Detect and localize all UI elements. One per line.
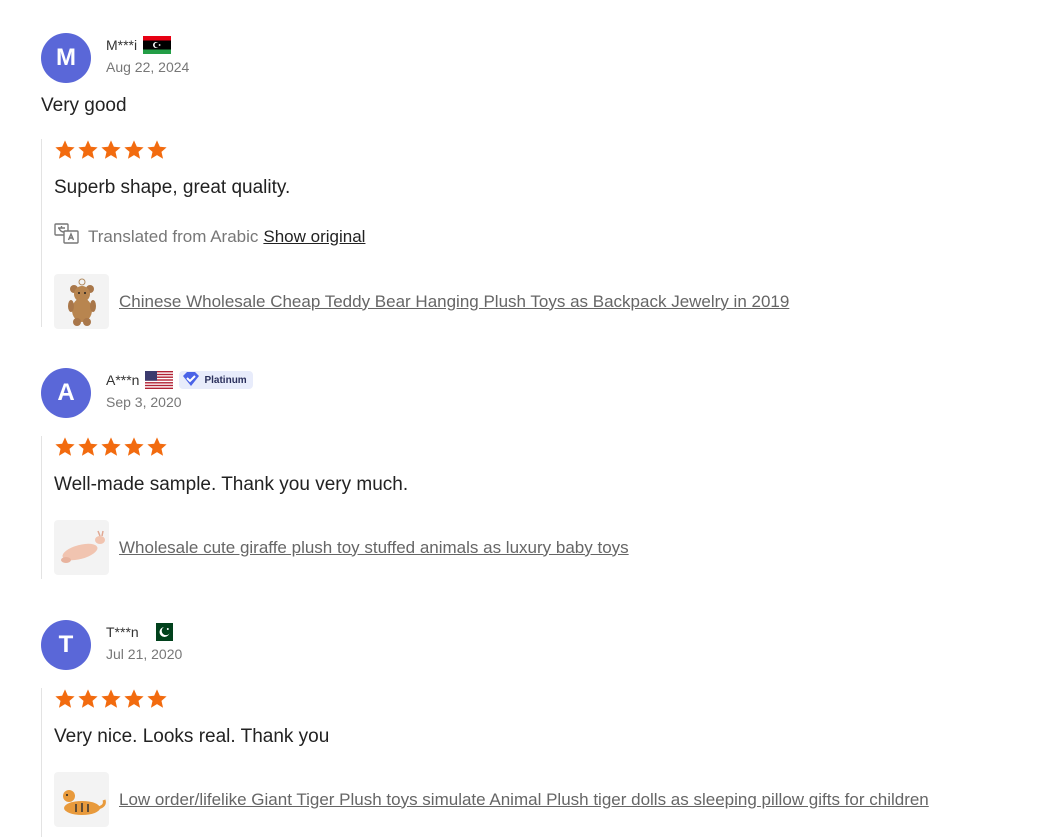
show-original-link[interactable]: Show original [263,227,365,247]
translation-note: Translated from Arabic Show original [54,223,789,250]
star-icon [77,436,99,458]
product-link[interactable]: Low order/lifelike Giant Tiger Plush toy… [119,790,929,810]
libya-flag-icon [143,36,172,54]
star-rating [54,139,789,161]
user-line: T***n [106,623,179,641]
giraffe-plush-thumbnail-icon[interactable] [54,520,109,575]
avatar: M [41,33,91,83]
star-icon [146,436,168,458]
user-line: M***i [106,36,172,54]
review-body: Very nice. Looks real. Thank you Low ord… [41,688,929,837]
star-icon [100,139,122,161]
star-icon [100,436,122,458]
review-card: M M***i Aug 22, 2024 Very good Superb sh… [0,33,1057,333]
review-comment: Superb shape, great quality. [54,177,291,198]
pakistan-flag-icon [150,623,179,641]
review-comment: Well-made sample. Thank you very much. [54,474,409,495]
platinum-badge: Platinum [179,371,253,390]
tiger-plush-thumbnail-icon[interactable] [54,772,109,827]
reviewer-name: T***n [106,624,139,640]
reviewer-name: A***n [106,372,140,388]
product-row: Low order/lifelike Giant Tiger Plush toy… [54,772,929,827]
translated-from-label: Translated from Arabic [88,226,259,246]
star-icon [54,688,76,710]
usa-flag-icon [145,371,174,389]
review-card: T T***n Jul 21, 2020 Very nice. Looks re… [0,620,1057,837]
star-icon [54,139,76,161]
user-line: A***n Platinum [106,371,253,389]
review-date: Sep 3, 2020 [106,394,182,410]
review-date: Jul 21, 2020 [106,646,183,662]
avatar: A [41,368,91,418]
star-icon [146,688,168,710]
star-icon [77,688,99,710]
review-body: Well-made sample. Thank you very much. W… [41,436,629,579]
star-icon [100,688,122,710]
star-icon [123,688,145,710]
star-icon [146,139,168,161]
product-link[interactable]: Wholesale cute giraffe plush toy stuffed… [119,538,629,558]
review-body: Superb shape, great quality. Translated … [41,139,789,329]
reviewer-name: M***i [106,37,138,53]
translate-icon [54,223,80,250]
product-link[interactable]: Chinese Wholesale Cheap Teddy Bear Hangi… [119,292,789,312]
star-icon [123,139,145,161]
star-icon [77,139,99,161]
avatar: T [41,620,91,670]
diamond-check-icon [181,371,201,390]
star-icon [123,436,145,458]
teddy-bear-thumbnail-icon[interactable] [54,274,109,329]
review-card: A A***n Platinum Sep 3, 2020 Well-made s… [0,368,1057,583]
badge-label: Platinum [204,374,247,386]
review-date: Aug 22, 2024 [106,59,190,75]
star-icon [54,436,76,458]
star-rating [54,436,629,458]
product-row: Chinese Wholesale Cheap Teddy Bear Hangi… [54,274,789,329]
review-title: Very good [41,95,127,116]
star-rating [54,688,929,710]
product-row: Wholesale cute giraffe plush toy stuffed… [54,520,629,575]
review-comment: Very nice. Looks real. Thank you [54,726,330,747]
